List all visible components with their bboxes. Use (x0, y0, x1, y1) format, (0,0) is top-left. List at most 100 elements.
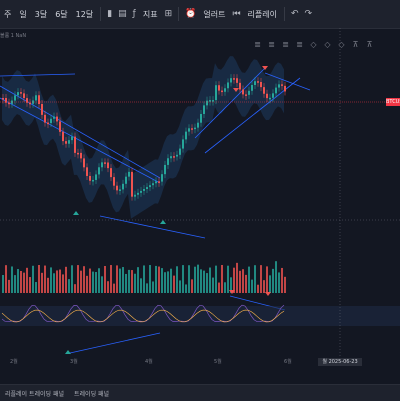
chart-type-icon[interactable]: ▤ (115, 9, 130, 19)
volume-bar (59, 269, 61, 293)
volume-bar (188, 265, 190, 293)
buy-arrow-icon (65, 350, 71, 354)
volume-bar (245, 274, 247, 293)
candle-body (41, 104, 43, 115)
bottom-panel: 리플레이 트레이딩 패널 트레이딩 패널 (0, 384, 400, 401)
candle-body (125, 176, 127, 184)
range-3m[interactable]: 3달 (31, 9, 51, 20)
indicators-icon[interactable]: ƒ (130, 9, 139, 19)
candle-body (20, 92, 22, 94)
range-12m[interactable]: 12달 (72, 9, 98, 20)
crosshair-date-tag: 월 2025-06-23 (318, 358, 362, 366)
volume-bar (95, 272, 97, 293)
candle-body (194, 127, 196, 130)
volume-bar (284, 276, 286, 293)
volume-bar (98, 268, 100, 293)
candle-body (134, 194, 136, 197)
volume-bar (197, 264, 199, 293)
volume-bar (173, 275, 175, 293)
candle-body (209, 100, 211, 102)
redo-icon[interactable]: ↷ (302, 9, 316, 19)
volume-bar (257, 284, 259, 293)
price-chart[interactable] (0, 28, 400, 356)
replay-button[interactable]: 리플레이 (244, 9, 281, 20)
volume-bar (20, 271, 22, 293)
candle-body (98, 167, 100, 175)
alert-icon[interactable]: ⏰ (182, 9, 199, 19)
volume-bar (254, 265, 256, 293)
undo-icon[interactable]: ↶ (288, 9, 302, 19)
trend-line (0, 73, 76, 77)
tab-trading-panel[interactable]: 트레이딩 패널 (69, 389, 114, 398)
candle-body (107, 162, 109, 169)
candle-body (95, 174, 97, 180)
range-6m[interactable]: 6달 (51, 9, 71, 20)
candle-body (245, 94, 247, 96)
tab-replay-trading[interactable]: 리플레이 트레이딩 패널 (0, 389, 69, 398)
volume-bar (128, 269, 130, 293)
volume-bar (65, 266, 67, 293)
volume-bar (50, 267, 52, 293)
volume-bar (191, 279, 193, 293)
replay-icon[interactable]: ⏮ (229, 9, 243, 19)
interval-day[interactable]: 일 (15, 9, 30, 20)
volume-bar (41, 272, 43, 293)
candle-body (212, 100, 214, 102)
candle-body (176, 154, 178, 157)
volume-bar (221, 265, 223, 293)
candle-body (197, 122, 199, 128)
candle-body (59, 121, 61, 132)
volume-bar (200, 269, 202, 293)
volume-bar (26, 267, 28, 293)
layout-icon[interactable]: ⊞ (162, 9, 176, 19)
volume-bar (278, 272, 280, 293)
candle-body (23, 93, 25, 99)
volume-bar (215, 265, 217, 293)
candle-body (260, 81, 262, 88)
sell-arrow-icon (262, 66, 268, 70)
candle-body (113, 177, 115, 186)
interval-week[interactable]: 주 (0, 9, 15, 20)
volume-bar (92, 271, 94, 293)
volume-bar (170, 268, 172, 293)
top-toolbar: 주 일 3달 6달 12달 ▮ ▤ ƒ 지표 ⊞ ⏰ 얼러트 ⏮ 리플레이 ↶ … (0, 0, 400, 29)
buy-arrow-icon (160, 220, 166, 224)
volume-bar (212, 277, 214, 293)
volume-bar (56, 270, 58, 293)
candle-body (179, 148, 181, 155)
candle-body (146, 187, 148, 189)
volume-bar (17, 269, 19, 293)
volume-bar (203, 270, 205, 293)
candle-body (56, 116, 58, 122)
volume-bar (110, 265, 112, 293)
volume-bar (113, 283, 115, 293)
volume-bar (281, 267, 283, 293)
buy-arrow-icon (73, 211, 79, 215)
volume-bar (152, 281, 154, 293)
candle-body (128, 171, 130, 177)
volume-bar (125, 273, 127, 293)
volume-bar (8, 279, 10, 293)
band-fill (2, 56, 284, 219)
candle-body (158, 181, 160, 183)
volume-bar (227, 265, 229, 293)
volume-bar (218, 282, 220, 293)
candle-type-icon[interactable]: ▮ (104, 9, 115, 19)
candle-body (152, 183, 154, 186)
candle-body (17, 92, 19, 96)
volume-bar (236, 262, 238, 293)
candle-body (149, 185, 151, 188)
volume-bar (119, 268, 121, 293)
candle-body (206, 100, 208, 106)
candle-body (275, 87, 277, 94)
indicators-button[interactable]: 지표 (139, 9, 162, 20)
candle-body (170, 156, 172, 159)
axis-label: 4월 (145, 359, 153, 365)
candle-body (266, 93, 268, 99)
volume-bar (77, 265, 79, 293)
volume-bar (209, 267, 211, 293)
candle-body (242, 89, 244, 95)
alert-button[interactable]: 얼러트 (199, 9, 229, 20)
trend-line (99, 215, 206, 239)
candle-body (227, 82, 229, 89)
